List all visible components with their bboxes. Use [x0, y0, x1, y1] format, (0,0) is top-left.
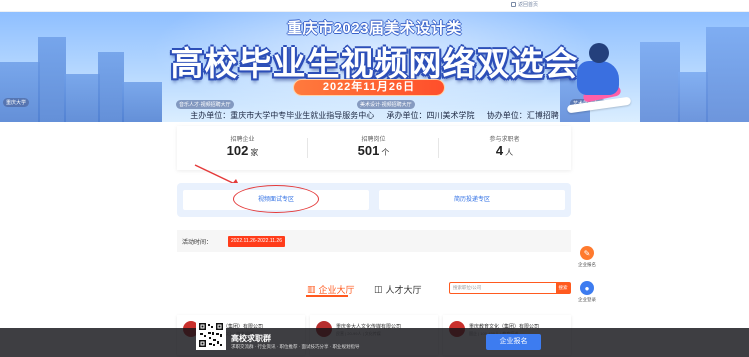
bottom-bar-subtitle: 求职交流群 · 行业资讯 · 职位推荐 · 面试技巧分享 · 职业规划指导 [231, 344, 360, 349]
top-bar: 返回首页 [0, 0, 749, 12]
banner-tag: 美术设计·视频招聘大厅 [357, 100, 415, 109]
portal-link[interactable]: 返回首页 [511, 1, 538, 8]
stat-label: 招聘企业 [230, 137, 255, 143]
stat-positions: 招聘岗位 501 个 [308, 126, 439, 170]
user-icon: ● [580, 281, 594, 295]
organizer: 主办单位：重庆市大学中专毕业生就业指导服务中心 [190, 111, 375, 120]
resume-zone-button[interactable]: 简历投递专区 [379, 190, 565, 210]
company-enroll-button[interactable]: 企业报名 [486, 334, 541, 350]
banner-tag: 音乐人才·视频招聘大厅 [176, 100, 234, 109]
tab-talent-hall[interactable]: ◫ 人才大厅 [374, 283, 422, 296]
stat-value: 501 [357, 143, 380, 158]
host-info: 主办单位：重庆市大学中专毕业生就业指导服务中心 承办单位：四川美术学院 协办单位… [0, 110, 749, 121]
event-date: 2022年11月26日 [293, 79, 445, 96]
portal-label: 返回首页 [518, 2, 539, 8]
undertaker: 承办单位：四川美术学院 [386, 111, 475, 120]
search-button[interactable]: 搜索 [556, 283, 570, 293]
home-icon [511, 2, 516, 7]
stat-label: 参与求职者 [489, 137, 520, 143]
stat-value: 4 [495, 143, 504, 158]
edit-icon: ✎ [580, 246, 594, 260]
float-label: 企业登录 [578, 297, 596, 302]
qr-code-icon [196, 320, 226, 350]
banner-subtitle: 重庆市2023届美术设计类 [287, 20, 462, 37]
people-icon: ◫ [374, 284, 383, 294]
stat-label: 招聘岗位 [361, 137, 386, 143]
co-organizer: 协办单位：汇博招聘 [486, 111, 559, 120]
bottom-bar-title: 高校求职群 [231, 334, 271, 343]
activity-label: 活动时间： [182, 240, 213, 246]
search-box: 搜索职位/公司 搜索 [449, 282, 571, 294]
activity-value: 2022.11.26-2022.11.26 [228, 236, 285, 247]
stat-applicants: 参与求职者 4人 [439, 126, 570, 170]
annotation-circle [233, 185, 319, 213]
float-label: 企业报名 [578, 262, 596, 267]
active-tab-indicator [306, 295, 348, 297]
tab-label: 人才大厅 [385, 285, 422, 295]
activity-time-row: 活动时间： 2022.11.26-2022.11.26 [177, 230, 571, 252]
company-login-float[interactable]: ● 企业登录 [577, 281, 597, 303]
skateboarder-illustration [566, 37, 637, 115]
banner-tag: 重庆大学 [3, 98, 30, 107]
stat-unit: 家 [250, 148, 259, 157]
hero-banner: 重庆市2023届美术设计类 高校毕业生视频网络双选会 2022年11月26日 重… [0, 12, 749, 122]
company-signup-float[interactable]: ✎ 企业报名 [577, 246, 597, 268]
stat-unit: 个 [381, 148, 390, 157]
building-icon: ▥ [307, 284, 316, 294]
stat-value: 102 [226, 143, 249, 158]
stat-unit: 人 [505, 148, 514, 157]
search-input[interactable]: 搜索职位/公司 [453, 285, 481, 291]
bottom-bar [0, 328, 749, 357]
